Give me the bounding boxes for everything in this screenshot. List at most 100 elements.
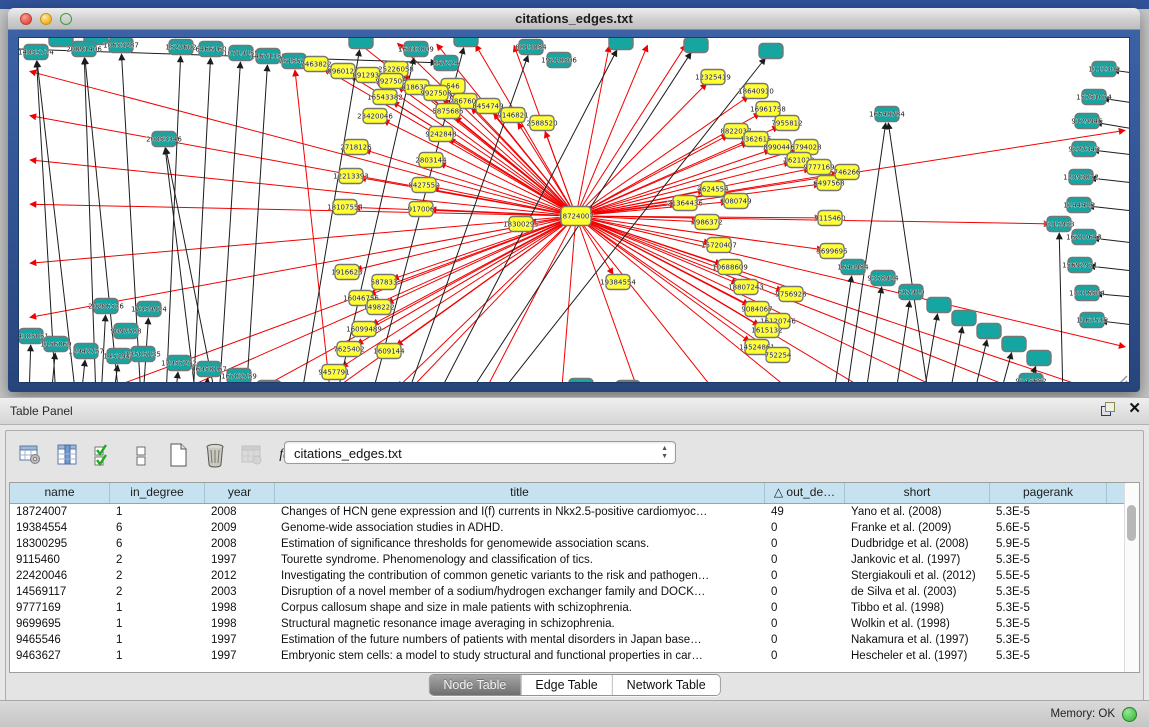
table-row[interactable]: 946554611997Estimation of the future num… <box>10 632 1139 648</box>
graph-node[interactable] <box>927 298 951 313</box>
column-header-6[interactable]: pagerank <box>990 483 1107 503</box>
table-cell: Tibbo et al. (1998) <box>845 600 990 616</box>
graph-edge <box>166 148 216 383</box>
table-cell: Corpus callosum shape and size in male p… <box>275 600 765 616</box>
graph-node[interactable] <box>684 38 708 53</box>
graph-edge <box>175 372 178 383</box>
delete-column-icon[interactable] <box>201 441 229 469</box>
graph-node[interactable] <box>454 38 478 47</box>
window-titlebar[interactable]: citations_edges.txt <box>8 8 1140 30</box>
table-row[interactable]: 977716911998Corpus callosum shape and si… <box>10 600 1139 616</box>
graph-node-label: 18300295 <box>503 221 539 229</box>
close-panel-icon[interactable]: ✕ <box>1128 401 1141 417</box>
graph-node-label: 9115460 <box>814 215 845 223</box>
table-settings-icon[interactable] <box>16 441 44 469</box>
graph-edge <box>397 216 576 383</box>
table-cell: Hescheler et al. (1997) <box>845 648 990 664</box>
graph-node-label: 16961758 <box>750 106 786 114</box>
table-row[interactable]: 946362711997Embryonic stem cells: a mode… <box>10 648 1139 664</box>
graph-node[interactable] <box>609 38 633 50</box>
unselect-columns-icon[interactable] <box>127 441 155 469</box>
network-canvas[interactable]: 1405572420891406106532871527602646616010… <box>18 37 1130 383</box>
graph-node-label: 16033809 <box>398 46 434 54</box>
graph-node[interactable] <box>759 44 783 59</box>
table-select[interactable]: citations_edges.txt ▲▼ <box>284 441 676 464</box>
table-scrollbar-thumb[interactable] <box>1127 505 1136 541</box>
table-cell: 6 <box>110 536 205 552</box>
column-edit-icon[interactable] <box>53 441 81 469</box>
table-row[interactable]: 1872400712008Changes of HCN gene express… <box>10 504 1139 520</box>
table-cell: Franke et al. (2009) <box>845 520 990 536</box>
table-cell: 1997 <box>205 552 275 568</box>
table-cell: 9115460 <box>10 552 110 568</box>
table-row[interactable]: 1830029562008Estimation of significance … <box>10 536 1139 552</box>
table-cell: 2003 <box>205 584 275 600</box>
graph-node-label: 687919 <box>898 289 925 297</box>
column-header-0[interactable]: name <box>10 483 110 503</box>
resize-grip[interactable] <box>1113 376 1127 383</box>
float-panel-icon[interactable] <box>1100 401 1116 417</box>
graph-node[interactable] <box>616 381 640 384</box>
graph-node[interactable] <box>349 38 373 49</box>
column-header-3[interactable]: title <box>275 483 765 503</box>
graph-node[interactable] <box>1002 337 1026 352</box>
citation-network-graph[interactable]: 1405572420891406106532871527602646616010… <box>19 38 1130 383</box>
graph-node-label: 8454749 <box>472 103 503 111</box>
table-header-row[interactable]: namein_degreeyeartitle△ out_de…shortpage… <box>10 483 1139 504</box>
table-panel-title: Table Panel <box>10 404 73 418</box>
table-scrollbar[interactable] <box>1124 483 1139 672</box>
table-cell: 18724007 <box>10 504 110 520</box>
graph-edge <box>193 58 211 383</box>
table-cell: 0 <box>765 552 845 568</box>
table-body[interactable]: 1872400712008Changes of HCN gene express… <box>10 504 1139 664</box>
graph-node-label: 18724007 <box>558 213 594 221</box>
graph-node-label: 12213393 <box>333 173 369 181</box>
tab-node-table[interactable]: Node Table <box>429 675 520 695</box>
select-all-columns-icon[interactable] <box>90 441 118 469</box>
graph-node-label: 1916623 <box>331 269 362 277</box>
graph-node[interactable] <box>952 311 976 326</box>
new-column-icon[interactable] <box>164 441 192 469</box>
graph-node-label: 9358924 <box>867 275 899 283</box>
graph-node-label: 12942757 <box>68 348 104 356</box>
table-row[interactable]: 911546021997Tourette syndrome. Phenomeno… <box>10 552 1139 568</box>
graph-node[interactable] <box>1027 351 1051 366</box>
graph-node-label: 1080749 <box>720 198 751 206</box>
table-row[interactable]: 2242004622012Investigating the contribut… <box>10 568 1139 584</box>
column-header-4[interactable]: △ out_de… <box>765 483 845 503</box>
table-row[interactable]: 969969511998Structural magnetic resonanc… <box>10 616 1139 632</box>
table-panel-header[interactable]: Table Panel ✕ <box>0 397 1149 425</box>
graph-node[interactable] <box>977 324 1001 339</box>
tab-edge-table[interactable]: Edge Table <box>520 675 611 695</box>
table-cell: 2008 <box>205 504 275 520</box>
graph-node[interactable] <box>569 379 593 384</box>
table-type-tabs[interactable]: Node TableEdge TableNetwork Table <box>428 674 720 696</box>
table-cell: Estimation of significance thresholds fo… <box>275 536 765 552</box>
graph-edge <box>999 353 1012 383</box>
table-row[interactable]: 1938455462009Genome-wide association stu… <box>10 520 1139 536</box>
node-table[interactable]: namein_degreeyeartitle△ out_de…shortpage… <box>9 482 1140 673</box>
table-row[interactable]: 1456911722003Disruption of a novel membe… <box>10 584 1139 600</box>
graph-node-label: 1498222 <box>363 304 394 312</box>
graph-edge <box>356 216 576 270</box>
tab-network-table[interactable]: Network Table <box>612 675 720 695</box>
graph-node-label: 13505135 <box>125 351 161 359</box>
graph-node-label: 752254 <box>765 352 792 360</box>
graph-node[interactable] <box>257 381 281 384</box>
table-cell: 5.5E-5 <box>990 568 1107 584</box>
combo-stepper-icon: ▲▼ <box>661 445 668 461</box>
graph-nodes[interactable]: 1405572420891406106532871527602646616010… <box>19 38 1120 383</box>
column-header-1[interactable]: in_degree <box>110 483 205 503</box>
table-cell: Estimation of the future numbers of pati… <box>275 632 765 648</box>
table-cell: 1 <box>110 632 205 648</box>
graph-edge <box>30 216 576 263</box>
table-cell: 18300295 <box>10 536 110 552</box>
graph-node-label: 20053346 <box>146 136 182 144</box>
column-header-2[interactable]: year <box>205 483 275 503</box>
table-panel: Table Panel ✕ <box>0 397 1149 727</box>
graph-node-label: 587833 <box>371 279 398 287</box>
column-header-5[interactable]: short <box>845 483 990 503</box>
table-cell: 0 <box>765 616 845 632</box>
graph-edge <box>833 276 852 383</box>
graph-node-label: 2588520 <box>526 120 557 128</box>
